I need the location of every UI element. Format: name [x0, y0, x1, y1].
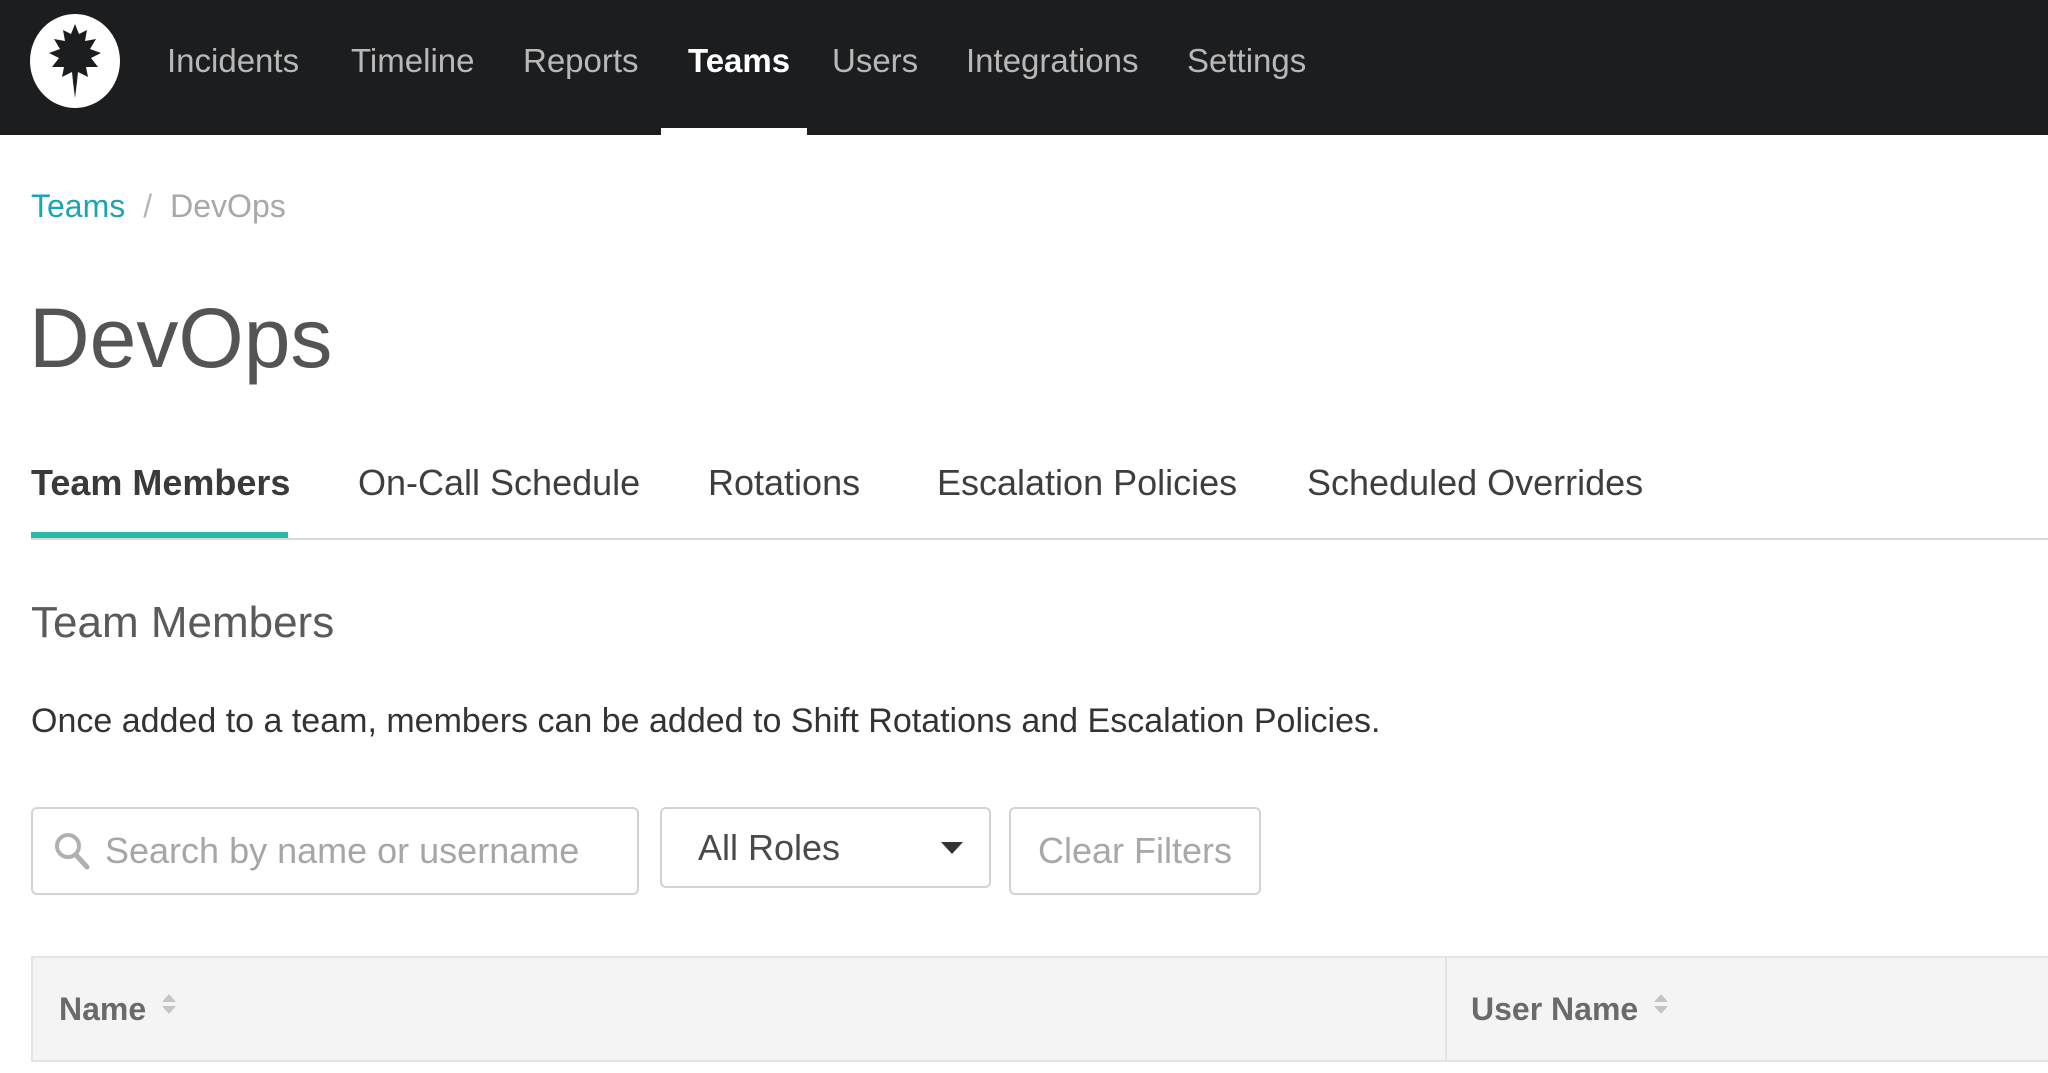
top-navigation: Incidents Timeline Reports Teams Users I… — [0, 0, 2048, 135]
nav-item-settings[interactable]: Settings — [1187, 0, 1306, 135]
oak-leaf-icon — [49, 24, 101, 98]
nav-item-reports[interactable]: Reports — [523, 0, 639, 135]
column-header-name-label: Name — [59, 990, 147, 1027]
breadcrumb-current: DevOps — [170, 188, 286, 224]
section-description: Once added to a team, members can be add… — [31, 702, 1381, 740]
nav-active-indicator — [661, 128, 807, 135]
breadcrumb-separator: / — [143, 188, 153, 224]
nav-item-integrations[interactable]: Integrations — [966, 0, 1138, 135]
sort-icon[interactable] — [162, 994, 177, 1014]
breadcrumb: Teams / DevOps — [31, 188, 286, 225]
nav-item-incidents[interactable]: Incidents — [167, 0, 299, 135]
team-tabs: Team Members On-Call Schedule Rotations … — [31, 440, 2048, 540]
tab-escalation-policies[interactable]: Escalation Policies — [937, 462, 1237, 504]
tab-on-call-schedule[interactable]: On-Call Schedule — [358, 462, 640, 504]
roles-dropdown[interactable]: All Roles — [660, 807, 991, 888]
search-icon — [55, 833, 90, 870]
tab-rotations[interactable]: Rotations — [708, 462, 860, 504]
sort-icon[interactable] — [1654, 994, 1669, 1014]
search-field[interactable] — [31, 807, 639, 895]
nav-item-teams[interactable]: Teams — [688, 0, 790, 135]
column-header-username[interactable]: User Name — [1471, 958, 1669, 1060]
clear-filters-button[interactable]: Clear Filters — [1009, 807, 1261, 895]
logo[interactable] — [30, 14, 120, 108]
section-title: Team Members — [31, 598, 335, 647]
nav-item-timeline[interactable]: Timeline — [351, 0, 474, 135]
roles-dropdown-value: All Roles — [698, 826, 841, 868]
column-divider — [1445, 958, 1447, 1060]
column-header-username-label: User Name — [1471, 990, 1639, 1027]
page-title: DevOps — [29, 291, 333, 385]
breadcrumb-teams-link[interactable]: Teams — [31, 188, 125, 225]
nav-item-users[interactable]: Users — [832, 0, 918, 135]
tab-scheduled-overrides[interactable]: Scheduled Overrides — [1307, 462, 1643, 504]
members-table-header: Name User Name — [31, 956, 2048, 1062]
tab-team-members[interactable]: Team Members — [31, 462, 290, 504]
search-input[interactable] — [103, 829, 627, 873]
chevron-down-icon — [941, 841, 963, 854]
column-header-name[interactable]: Name — [59, 958, 177, 1060]
tab-active-indicator — [31, 532, 288, 538]
